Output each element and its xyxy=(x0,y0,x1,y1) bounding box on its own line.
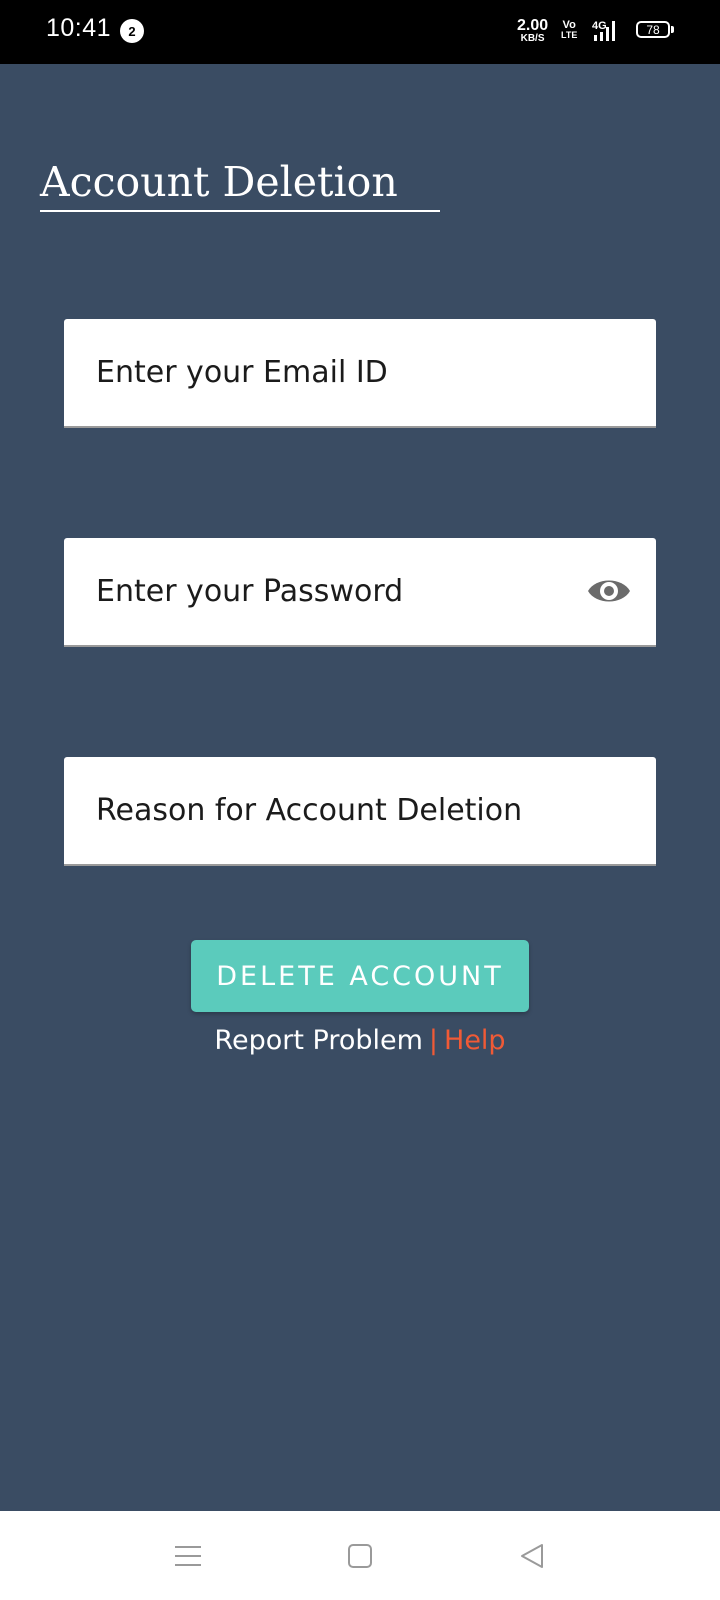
password-input[interactable] xyxy=(96,538,596,645)
report-problem-link[interactable]: Report Problem xyxy=(214,1025,422,1056)
page-title: Account Deletion xyxy=(40,158,398,206)
status-time: 10:41 xyxy=(46,14,112,42)
network-speed: 2.00 KB/S xyxy=(517,18,548,44)
password-field[interactable] xyxy=(64,538,656,647)
email-field[interactable] xyxy=(64,319,656,428)
footer-links: Report Problem | Help xyxy=(0,1025,720,1056)
help-link[interactable]: Help xyxy=(444,1025,506,1056)
reason-field[interactable] xyxy=(64,757,656,866)
battery-level: 78 xyxy=(646,22,660,37)
system-nav-bar xyxy=(0,1511,720,1600)
menu-icon[interactable] xyxy=(164,1533,212,1579)
email-input[interactable] xyxy=(96,319,596,426)
network-type-label: 4G xyxy=(592,20,607,32)
home-square-icon[interactable] xyxy=(336,1533,384,1579)
network-speed-value: 2.00 xyxy=(517,17,549,34)
back-triangle-icon[interactable] xyxy=(508,1533,556,1579)
delete-account-button[interactable]: DELETE ACCOUNT xyxy=(191,940,529,1012)
title-underline xyxy=(40,210,440,212)
battery-icon: 78 xyxy=(636,21,670,38)
link-separator: | xyxy=(428,1025,439,1056)
volte-icon: Vo LTE xyxy=(561,20,577,40)
status-bar: 10:41 2 2.00 KB/S Vo LTE 4G 78 xyxy=(0,0,720,64)
battery-nub xyxy=(671,26,674,33)
signal-icon: 4G xyxy=(592,20,615,41)
notification-badge: 2 xyxy=(120,19,144,43)
network-speed-unit: KB/S xyxy=(520,33,545,44)
volte-bottom-text: LTE xyxy=(561,30,578,40)
reason-input[interactable] xyxy=(96,757,596,864)
eye-icon[interactable] xyxy=(586,574,632,608)
